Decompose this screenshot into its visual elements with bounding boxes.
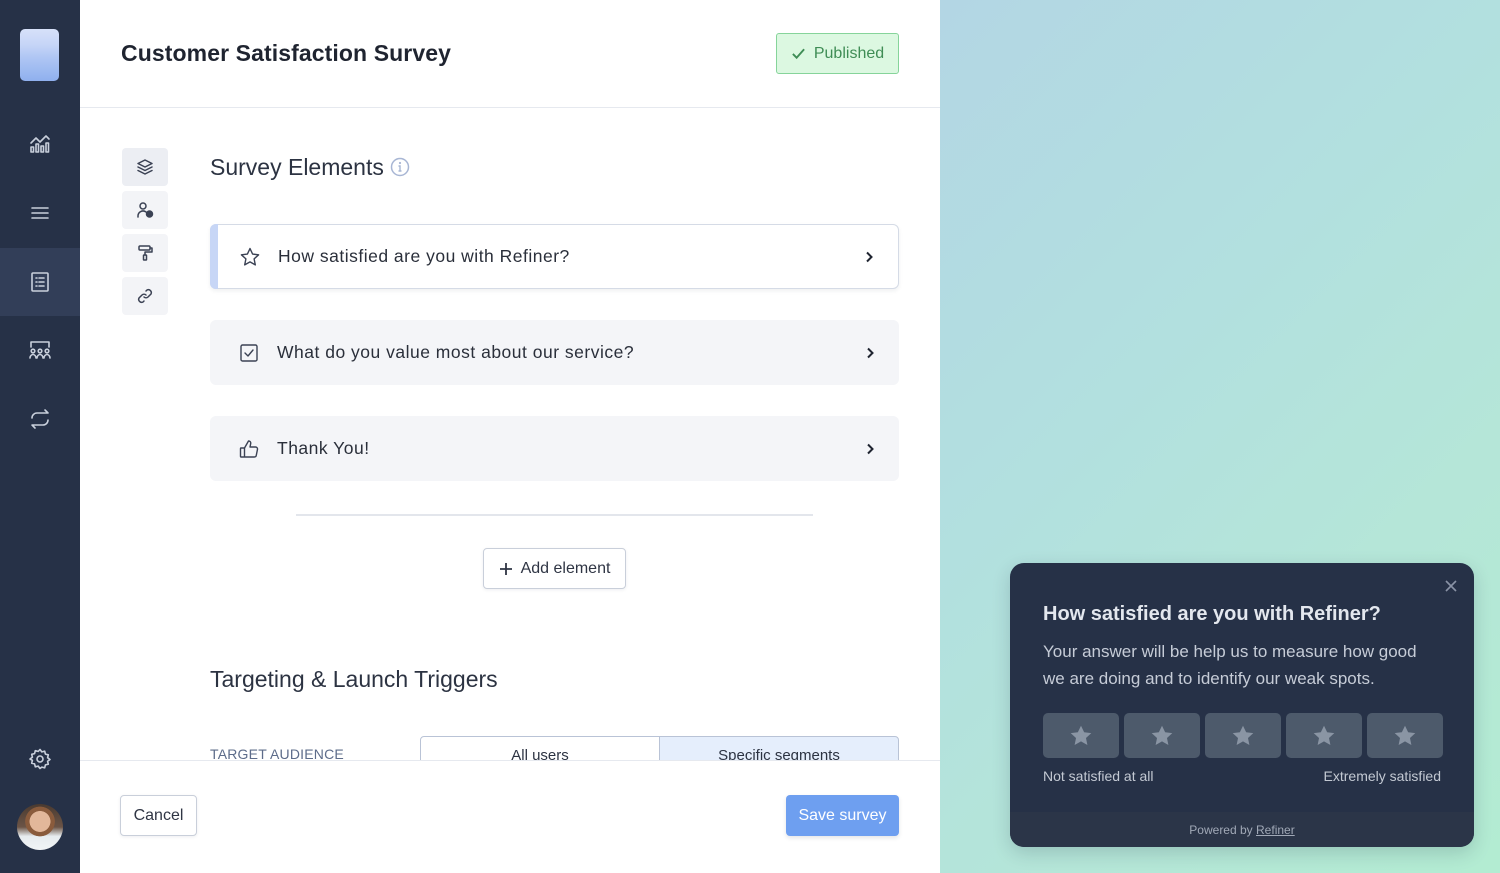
add-element-button[interactable]: Add element [483, 548, 626, 589]
tool-link[interactable] [122, 277, 168, 315]
star-icon [1151, 725, 1173, 745]
widget-description: Your answer will be help us to measure h… [1043, 642, 1417, 688]
star-icon [1232, 725, 1254, 745]
rating-high-label: Extremely satisfied [1323, 768, 1441, 784]
survey-element-item[interactable]: How satisfied are you with Refiner? [210, 224, 899, 289]
user-clock-icon [137, 202, 154, 218]
rating-star-3[interactable] [1205, 713, 1281, 758]
user-avatar[interactable] [17, 804, 63, 850]
survey-element-label: Thank You! [277, 438, 370, 458]
rating-low-label: Not satisfied at all [1043, 768, 1154, 784]
rating-star-1[interactable] [1043, 713, 1119, 758]
survey-element-label: What do you value most about our service… [277, 342, 635, 362]
chevron-right-icon [866, 251, 873, 262]
sidebar [0, 0, 80, 873]
rating-star-4[interactable] [1286, 713, 1362, 758]
star-icon [1313, 725, 1335, 745]
app-logo[interactable] [20, 29, 59, 81]
paint-roller-icon [138, 245, 153, 261]
plus-icon [499, 562, 512, 575]
sidebar-item-settings[interactable] [0, 725, 80, 793]
lines-icon [31, 207, 49, 219]
survey-element-item[interactable]: What do you value most about our service… [210, 320, 899, 385]
sidebar-item-integrations[interactable] [0, 385, 80, 453]
rating-star-2[interactable] [1124, 713, 1200, 758]
powered-by-text: Powered by [1189, 823, 1253, 837]
survey-element-item[interactable]: Thank You! [210, 416, 899, 481]
sidebar-item-audiences[interactable] [0, 316, 80, 384]
chevron-right-icon [867, 347, 874, 358]
survey-editor: Customer Satisfaction Survey Published S… [80, 0, 940, 873]
cancel-button[interactable]: Cancel [120, 795, 197, 836]
survey-preview: How satisfied are you with Refiner? Your… [940, 0, 1500, 873]
checkbox-icon [240, 343, 258, 362]
editor-toolbar [122, 148, 168, 320]
sidebar-item-menu[interactable] [0, 179, 80, 247]
add-element-label: Add element [520, 559, 611, 577]
widget-question: How satisfied are you with Refiner? [1043, 603, 1381, 625]
info-icon[interactable] [390, 157, 410, 177]
refiner-link[interactable]: Refiner [1256, 823, 1295, 837]
tool-audience[interactable] [122, 191, 168, 229]
sidebar-item-analytics[interactable] [0, 110, 80, 178]
chart-icon [30, 135, 50, 153]
tool-elements[interactable] [122, 148, 168, 186]
survey-widget: How satisfied are you with Refiner? Your… [1010, 563, 1474, 847]
users-group-icon [29, 341, 51, 359]
link-icon [137, 288, 153, 304]
sync-icon [31, 409, 49, 429]
gear-icon [29, 748, 51, 770]
section-divider [296, 514, 813, 516]
page-title: Customer Satisfaction Survey [121, 40, 452, 66]
close-icon[interactable] [1444, 579, 1458, 593]
status-badge[interactable]: Published [776, 33, 899, 74]
star-icon [1070, 725, 1092, 745]
star-icon [1394, 725, 1416, 745]
check-icon [792, 48, 805, 60]
save-survey-button[interactable]: Save survey [786, 795, 899, 836]
widget-footer: Powered by Refiner [1010, 812, 1474, 847]
survey-element-label: How satisfied are you with Refiner? [278, 246, 570, 266]
status-label: Published [813, 44, 885, 62]
thumbs-up-icon [239, 439, 259, 458]
star-icon [240, 247, 260, 266]
tool-design[interactable] [122, 234, 168, 272]
rating-star-5[interactable] [1367, 713, 1443, 758]
list-icon [31, 272, 49, 292]
page-header: Customer Satisfaction Survey Published [80, 0, 940, 108]
layers-icon [137, 159, 153, 175]
chevron-right-icon [867, 443, 874, 454]
targeting-heading: Targeting & Launch Triggers [210, 666, 498, 692]
rating-scale [1043, 713, 1443, 758]
editor-footer: Cancel Save survey [80, 760, 940, 873]
survey-elements-heading: Survey Elements [210, 154, 384, 180]
sidebar-item-surveys[interactable] [0, 248, 80, 316]
